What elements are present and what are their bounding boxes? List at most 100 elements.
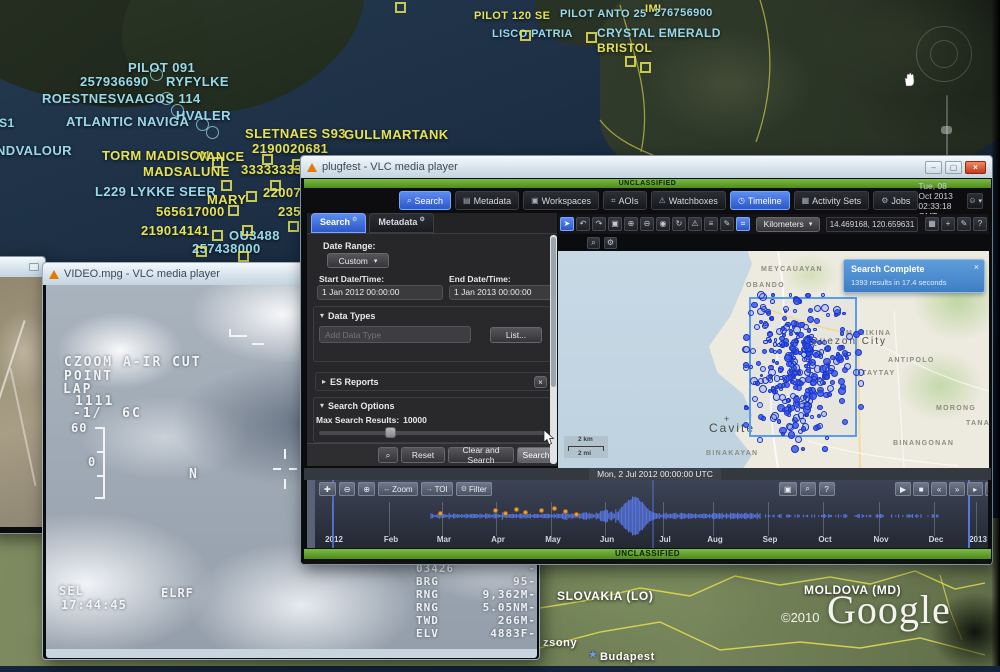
app-window-titlebar[interactable]: plugfest - VLC media player – ▢ × [301,156,992,178]
event-dot[interactable] [563,509,568,514]
timeline-utility-icon-1[interactable]: ⌕ [800,482,816,496]
result-point[interactable] [781,432,786,437]
result-point[interactable] [846,352,851,357]
result-point[interactable] [763,340,768,345]
es-reports-bar[interactable]: ▸ ES Reports × [315,372,551,391]
result-point[interactable] [808,308,813,313]
tab-search[interactable]: ⌕Search [399,191,451,210]
result-point[interactable] [784,410,790,416]
timeline-filter-button[interactable]: ⚙Filter [456,482,492,496]
date-range-dropdown[interactable]: Custom ▾ [327,253,389,268]
result-point[interactable] [766,375,772,381]
timeline-utility-icon-0[interactable]: ▣ [779,482,797,496]
playback-button-3[interactable]: » [949,482,965,496]
result-point[interactable] [830,380,835,385]
result-point[interactable] [842,367,848,373]
result-point[interactable] [770,316,775,321]
result-point[interactable] [743,362,749,368]
result-point[interactable] [806,352,811,357]
result-point[interactable] [789,293,793,297]
result-point[interactable] [761,416,766,421]
result-point[interactable] [825,436,830,441]
result-point[interactable] [842,419,849,426]
event-dot[interactable] [438,511,443,516]
map-tool-icon-9[interactable]: ≡ [704,217,718,231]
result-point[interactable] [793,309,797,313]
result-point[interactable] [838,387,846,395]
result-point[interactable] [763,321,768,326]
result-point[interactable] [805,413,809,417]
result-point[interactable] [807,316,814,323]
result-point[interactable] [804,343,810,349]
result-point[interactable] [800,418,806,424]
timeline-tool-icon-1[interactable]: ⊖ [339,482,356,496]
result-point[interactable] [782,316,787,321]
result-point[interactable] [783,306,789,312]
result-point[interactable] [791,445,799,453]
result-point[interactable] [826,313,830,317]
result-point[interactable] [769,348,774,353]
result-point[interactable] [797,370,802,375]
event-dot[interactable] [552,506,557,511]
result-point[interactable] [858,380,865,387]
end-date-field[interactable]: 1 Jan 2013 00:00:00 [449,285,553,300]
result-point[interactable] [799,381,805,387]
result-point[interactable] [802,357,807,362]
map-tool-icon-4[interactable]: ⊕ [624,217,638,231]
result-point[interactable] [744,406,749,411]
result-point[interactable] [777,419,782,424]
result-point[interactable] [833,358,840,365]
tab-jobs[interactable]: ⚙Jobs [873,191,918,210]
result-point[interactable] [784,342,789,347]
map-subtool-icon-1[interactable]: ⚙ [604,237,617,249]
units-dropdown[interactable]: Kilometers ▾ [756,217,820,232]
result-point[interactable] [760,366,766,372]
result-point[interactable] [817,405,823,411]
map-tool-icon-1[interactable]: ↶ [576,217,590,231]
max-results-slider[interactable] [319,431,545,435]
playback-button-0[interactable]: ▶ [895,482,911,496]
result-point[interactable] [831,370,838,377]
search-complete-toast[interactable]: Search Complete × 1393 results in 17.4 s… [843,259,985,293]
map-tool-icon-11[interactable]: ⌗ [736,217,750,231]
result-point[interactable] [793,326,801,334]
result-point[interactable] [821,411,827,417]
event-dot[interactable] [514,507,519,512]
result-point[interactable] [781,326,785,330]
maximize-button[interactable]: ▢ [945,161,962,174]
result-point[interactable] [761,306,767,312]
search-tool-button[interactable]: ⌕ [378,447,398,463]
result-point[interactable] [743,346,750,353]
map-tool-icon-2[interactable]: ↷ [592,217,606,231]
result-point[interactable] [758,378,764,384]
result-point[interactable] [748,310,754,316]
timeline-utility-icon-2[interactable]: ? [819,482,835,496]
result-point[interactable] [855,349,862,356]
result-point[interactable] [839,398,845,404]
result-point[interactable] [833,306,841,314]
result-point[interactable] [770,299,774,303]
result-point[interactable] [845,356,849,360]
result-point[interactable] [793,297,801,305]
result-point[interactable] [757,291,765,299]
event-dot[interactable] [503,511,508,516]
clear-and-search-button[interactable]: Clear and Search [448,447,514,463]
panel-tab-search[interactable]: Search⚙ [311,213,366,233]
result-point[interactable] [817,423,823,429]
result-point[interactable] [840,331,844,335]
result-point[interactable] [757,402,763,408]
tab-activity-sets[interactable]: ▦Activity Sets [794,191,870,210]
timeline-tool-icon-0[interactable]: ✚ [319,482,336,496]
result-point[interactable] [773,393,781,401]
tab-metadata[interactable]: ▤Metadata [455,191,519,210]
result-point[interactable] [757,437,763,443]
map-tool-icon-10[interactable]: ✎ [720,217,734,231]
result-point[interactable] [777,349,782,354]
expand-arrow-icon[interactable]: ▸ [322,377,326,387]
result-point[interactable] [743,334,750,341]
playback-button-2[interactable]: « [931,482,947,496]
list-button[interactable]: List... [490,327,542,343]
timeline-toi-button[interactable]: →TOI [421,482,453,496]
result-point[interactable] [801,447,806,452]
panel-tab-metadata[interactable]: Metadata⚙ [369,213,433,233]
